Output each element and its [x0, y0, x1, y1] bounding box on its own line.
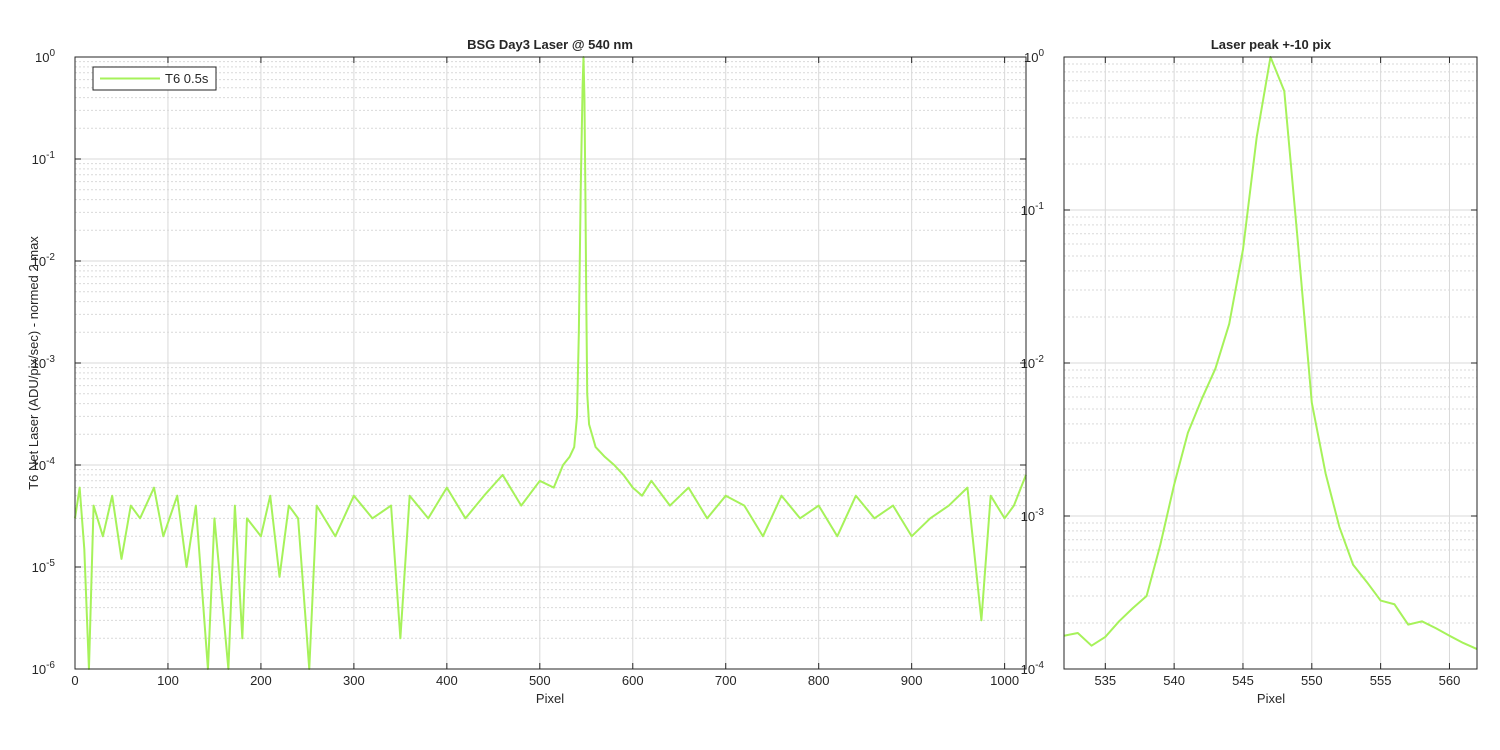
y-tick-label: 10-1 [1021, 201, 1045, 218]
main-plot-title: BSG Day3 Laser @ 540 nm [467, 37, 633, 52]
x-tick-label: 900 [901, 673, 923, 688]
zoom-plot-xlabel: Pixel [1257, 691, 1285, 706]
x-tick-label: 555 [1370, 673, 1392, 688]
x-tick-label: 0 [71, 673, 78, 688]
x-tick-label: 540 [1163, 673, 1185, 688]
legend-label: T6 0.5s [165, 71, 209, 86]
y-tick-label: 10-1 [32, 150, 56, 167]
x-tick-label: 550 [1301, 673, 1323, 688]
x-tick-label: 200 [250, 673, 272, 688]
x-tick-label: 400 [436, 673, 458, 688]
y-tick-label: 100 [1024, 48, 1044, 65]
zoom-plot-axes: 10-4 10-3 10-2 10-1 100 535 540 545 550 555 560 La… [1021, 37, 1478, 706]
x-tick-label: 100 [157, 673, 179, 688]
x-tick-label: 800 [808, 673, 830, 688]
x-tick-label: 700 [715, 673, 737, 688]
legend[interactable]: T6 0.5s [92, 66, 217, 91]
x-tick-label: 560 [1439, 673, 1461, 688]
y-tick-label: 100 [35, 48, 55, 65]
x-tick-label: 545 [1232, 673, 1254, 688]
x-tick-label: 300 [343, 673, 365, 688]
x-tick-label: 600 [622, 673, 644, 688]
y-tick-label: 10-3 [1021, 507, 1045, 524]
y-tick-label: 10-5 [32, 558, 56, 575]
y-tick-label: 10-2 [1021, 354, 1045, 371]
y-tick-label: 10-4 [1021, 660, 1045, 677]
x-tick-label: 500 [529, 673, 551, 688]
y-tick-label: 10-6 [32, 660, 56, 677]
main-plot-xlabel: Pixel [536, 691, 564, 706]
x-tick-label: 1000 [990, 673, 1019, 688]
x-tick-label: 535 [1094, 673, 1116, 688]
figure: 10-610-510-410-310-210-11000 100 200 300 400… [26, 37, 1478, 706]
zoom-plot-title: Laser peak +-10 pix [1211, 37, 1332, 52]
main-plot-axes: 10-610-510-410-310-210-11000 100 200 300 400… [26, 37, 1027, 706]
main-plot-ylabel: T6 Net Laser (ADU/pix/sec) - normed 2 ma… [26, 236, 41, 490]
